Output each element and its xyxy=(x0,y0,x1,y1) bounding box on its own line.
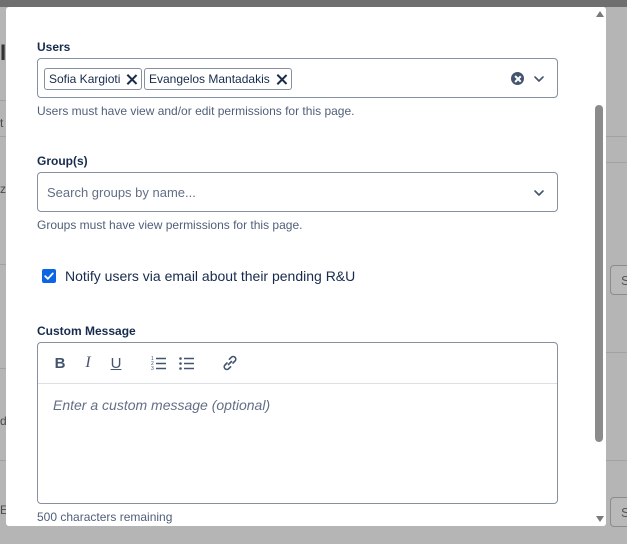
custom-message-label: Custom Message xyxy=(37,324,136,338)
close-icon[interactable] xyxy=(276,74,287,85)
link-icon[interactable] xyxy=(221,354,239,372)
underline-button[interactable]: U xyxy=(107,354,125,372)
modal-content: Users Sofia Kargioti Evangelos Mantadaki… xyxy=(6,7,594,526)
notify-checkbox[interactable] xyxy=(42,269,56,283)
bullet-list-icon[interactable] xyxy=(178,354,196,372)
chevron-down-icon[interactable] xyxy=(532,72,546,86)
close-icon[interactable] xyxy=(126,74,137,85)
background-divider xyxy=(606,460,627,461)
users-label: Users xyxy=(37,40,71,54)
clear-icon[interactable] xyxy=(511,72,524,85)
background-fragment: t xyxy=(0,116,4,130)
scrollbar-thumb[interactable] xyxy=(595,105,603,442)
user-chip: Evangelos Mantadakis xyxy=(144,68,292,90)
user-chip: Sofia Kargioti xyxy=(44,68,143,90)
numbered-list-icon[interactable]: 1 2 3 xyxy=(150,354,168,372)
groups-search-input[interactable]: Search groups by name... xyxy=(47,185,196,200)
groups-select[interactable]: Search groups by name... xyxy=(37,172,558,212)
user-chip-label: Evangelos Mantadakis xyxy=(149,72,270,86)
background-button: S xyxy=(610,497,627,527)
bold-button[interactable]: B xyxy=(51,354,69,372)
chevron-down-icon[interactable] xyxy=(532,186,546,200)
users-select[interactable]: Sofia Kargioti Evangelos Mantadakis xyxy=(37,58,558,98)
background-divider xyxy=(606,162,627,163)
notify-label[interactable]: Notify users via email about their pendi… xyxy=(65,268,355,284)
italic-button[interactable]: I xyxy=(79,354,97,372)
svg-text:3: 3 xyxy=(151,366,154,372)
background-divider xyxy=(606,352,627,353)
custom-message-input[interactable]: Enter a custom message (optional) xyxy=(53,397,270,413)
user-chip-label: Sofia Kargioti xyxy=(49,72,121,86)
modal-scrollbar[interactable] xyxy=(594,7,606,526)
characters-remaining: 500 characters remaining xyxy=(37,510,173,524)
scroll-down-arrow-icon[interactable] xyxy=(596,516,604,522)
background-button: S xyxy=(610,265,627,295)
background-divider xyxy=(606,136,627,137)
custom-message-editor[interactable]: B I U 1 2 3 Enter a custom message (opti… xyxy=(37,342,558,504)
groups-help-text: Groups must have view permissions for th… xyxy=(37,218,303,232)
groups-label: Group(s) xyxy=(37,154,88,168)
scroll-up-arrow-icon[interactable] xyxy=(596,11,604,17)
background-topbar xyxy=(0,0,627,7)
users-help-text: Users must have view and/or edit permiss… xyxy=(37,104,355,118)
request-modal: Users Sofia Kargioti Evangelos Mantadaki… xyxy=(6,7,606,526)
editor-toolbar: B I U 1 2 3 xyxy=(38,343,557,384)
